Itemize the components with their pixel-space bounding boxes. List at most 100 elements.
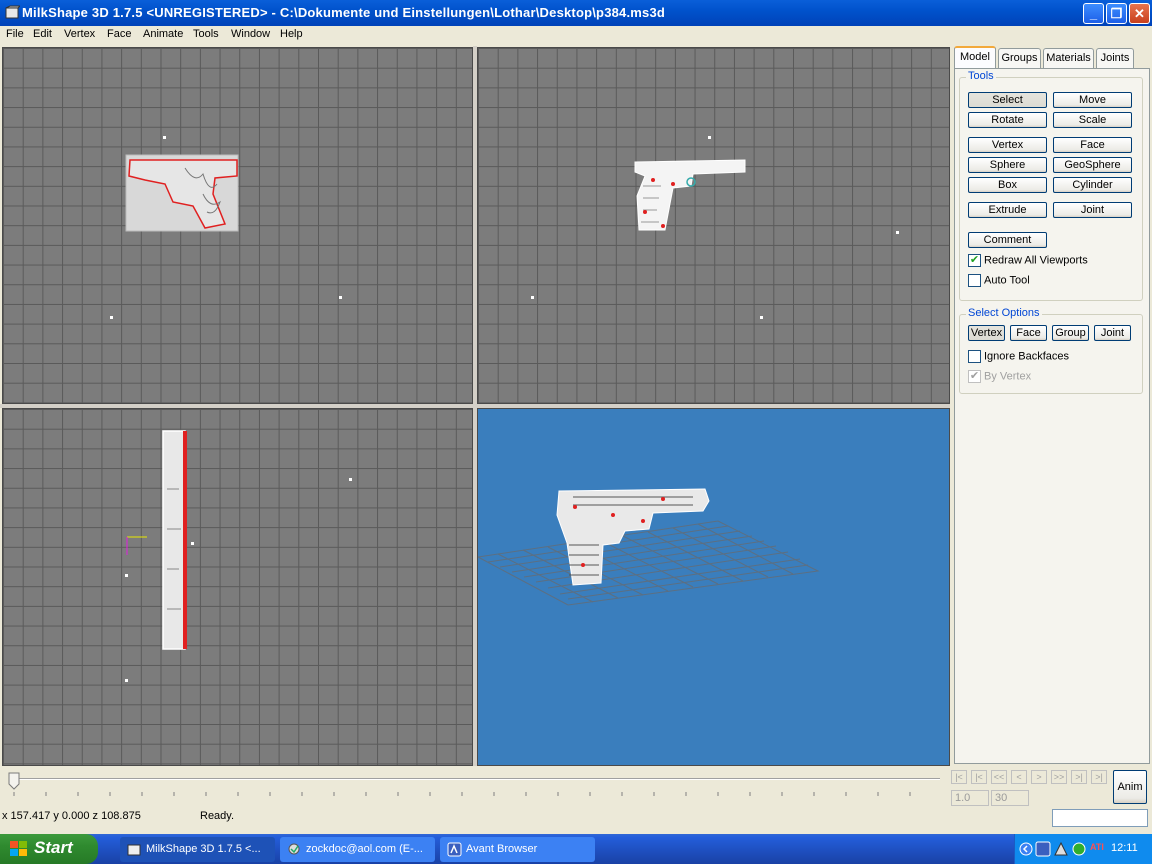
select-tool-button[interactable]: Select bbox=[968, 92, 1047, 108]
menu-tools[interactable]: Tools bbox=[193, 28, 219, 40]
scale-tool-button[interactable]: Scale bbox=[1053, 112, 1132, 128]
pistol-top-view-model bbox=[162, 430, 187, 650]
cylinder-tool-button[interactable]: Cylinder bbox=[1053, 177, 1132, 193]
auto-tool-label: Auto Tool bbox=[984, 274, 1030, 287]
by-vertex-label: By Vertex bbox=[984, 370, 1032, 383]
redraw-all-viewports-checkbox[interactable]: ✔ Redraw All Viewports bbox=[968, 254, 1088, 267]
select-vertex-button[interactable]: Vertex bbox=[968, 325, 1005, 341]
task-email[interactable]: zockdoc@aol.com (E-... bbox=[280, 837, 435, 862]
select-joint-button[interactable]: Joint bbox=[1094, 325, 1131, 341]
menu-animate[interactable]: Animate bbox=[143, 28, 183, 40]
timeline-slider-thumb[interactable] bbox=[8, 772, 20, 790]
viewport-top-right[interactable] bbox=[477, 47, 950, 404]
menu-face[interactable]: Face bbox=[107, 28, 131, 40]
prev-frame-button[interactable]: < bbox=[1011, 770, 1027, 784]
task-email-label: zockdoc@aol.com (E-... bbox=[306, 843, 423, 855]
rotate-tool-button[interactable]: Rotate bbox=[968, 112, 1047, 128]
green-gear-icon[interactable] bbox=[1071, 841, 1087, 857]
vertex-point bbox=[339, 296, 342, 299]
menu-window[interactable]: Window bbox=[231, 28, 270, 40]
face-tool-button[interactable]: Face bbox=[1053, 137, 1132, 153]
close-button[interactable]: ✕ bbox=[1129, 3, 1150, 24]
ignore-backfaces-checkbox[interactable]: Ignore Backfaces bbox=[968, 350, 1069, 363]
ati-tray-icon[interactable]: ATI bbox=[1090, 842, 1104, 852]
select-face-button[interactable]: Face bbox=[1010, 325, 1047, 341]
by-vertex-checkbox: ✔ By Vertex bbox=[968, 370, 1031, 383]
vertex-point bbox=[760, 316, 763, 319]
viewport-bottom-left[interactable] bbox=[2, 408, 473, 766]
tab-model[interactable]: Model bbox=[954, 46, 996, 69]
network-icon[interactable] bbox=[1053, 841, 1069, 857]
menu-file[interactable]: File bbox=[6, 28, 24, 40]
taskbar: Start MilkShape 3D 1.7.5 <... zockdoc@ao… bbox=[0, 834, 1152, 864]
move-tool-button[interactable]: Move bbox=[1053, 92, 1132, 108]
next-frame-button[interactable]: > bbox=[1031, 770, 1047, 784]
title-bar: MilkShape 3D 1.7.5 <UNREGISTERED> - C:\D… bbox=[0, 0, 1152, 26]
milkshape-app-icon bbox=[5, 5, 20, 19]
clock: 12:11 bbox=[1111, 842, 1138, 854]
menu-edit[interactable]: Edit bbox=[33, 28, 52, 40]
task-avant-browser[interactable]: Avant Browser bbox=[440, 837, 595, 862]
vertex-point bbox=[163, 136, 166, 139]
viewport-top-left[interactable] bbox=[2, 47, 473, 404]
chevron-left-icon[interactable] bbox=[1019, 841, 1033, 857]
tools-group: Tools Select Move Rotate Scale Vertex Fa… bbox=[959, 70, 1143, 301]
windows-logo-icon bbox=[10, 841, 27, 856]
start-button[interactable]: Start bbox=[0, 834, 98, 864]
avant-tray-icon[interactable] bbox=[1035, 841, 1051, 857]
extrude-tool-button[interactable]: Extrude bbox=[968, 202, 1047, 218]
vertex-point bbox=[125, 679, 128, 682]
start-label: Start bbox=[34, 838, 73, 857]
ignore-backfaces-label: Ignore Backfaces bbox=[984, 350, 1069, 363]
vertex-point bbox=[708, 136, 711, 139]
auto-tool-checkbox[interactable]: Auto Tool bbox=[968, 274, 1030, 287]
task-milkshape[interactable]: MilkShape 3D 1.7.5 <... bbox=[120, 837, 275, 862]
box-tool-button[interactable]: Box bbox=[968, 177, 1047, 193]
tab-joints[interactable]: Joints bbox=[1096, 48, 1134, 68]
timeline-track[interactable] bbox=[10, 778, 940, 780]
system-tray: ATI 12:11 bbox=[1014, 834, 1152, 864]
checkmark-icon: ✔ bbox=[968, 370, 981, 383]
playback-controls: |< |< << < > >> >| >| bbox=[951, 770, 1111, 786]
rewind-button[interactable]: << bbox=[991, 770, 1007, 784]
anim-mode-button[interactable]: Anim bbox=[1113, 770, 1147, 804]
avant-browser-icon bbox=[447, 842, 462, 857]
vertex-point bbox=[349, 478, 352, 481]
select-group-button[interactable]: Group bbox=[1052, 325, 1089, 341]
window-title: MilkShape 3D 1.7.5 <UNREGISTERED> - C:\D… bbox=[22, 5, 666, 20]
tab-materials[interactable]: Materials bbox=[1043, 48, 1094, 68]
total-frames-field[interactable]: 30 bbox=[991, 790, 1029, 806]
pistol-3d-model bbox=[556, 488, 710, 586]
next-key-button[interactable]: >| bbox=[1071, 770, 1087, 784]
menu-bar: File Edit Vertex Face Animate Tools Wind… bbox=[0, 26, 1152, 45]
maximize-button[interactable]: ❐ bbox=[1106, 3, 1127, 24]
last-frame-button[interactable]: >| bbox=[1091, 770, 1107, 784]
tab-groups[interactable]: Groups bbox=[998, 48, 1041, 68]
tools-group-label: Tools bbox=[966, 70, 996, 82]
vertex-point bbox=[110, 316, 113, 319]
task-avant-browser-label: Avant Browser bbox=[466, 843, 538, 855]
status-field bbox=[1052, 809, 1148, 827]
current-frame-field[interactable]: 1.0 bbox=[951, 790, 989, 806]
viewport-splitter-vertical[interactable] bbox=[473, 46, 477, 766]
sphere-tool-button[interactable]: Sphere bbox=[968, 157, 1047, 173]
comment-button[interactable]: Comment bbox=[968, 232, 1047, 248]
geosphere-tool-button[interactable]: GeoSphere bbox=[1053, 157, 1132, 173]
menu-help[interactable]: Help bbox=[280, 28, 303, 40]
pistol-front-view-model bbox=[634, 159, 746, 231]
fast-forward-button[interactable]: >> bbox=[1051, 770, 1067, 784]
vertex-tool-button[interactable]: Vertex bbox=[968, 137, 1047, 153]
timeline-ticks bbox=[13, 792, 911, 796]
menu-vertex[interactable]: Vertex bbox=[64, 28, 95, 40]
coordinates-readout: x 157.417 y 0.000 z 108.875 bbox=[2, 810, 141, 822]
checkmark-icon: ✔ bbox=[968, 254, 981, 267]
vertex-point bbox=[125, 574, 128, 577]
first-frame-button[interactable]: |< bbox=[951, 770, 967, 784]
axis-gizmo bbox=[126, 536, 147, 555]
joint-tool-button[interactable]: Joint bbox=[1053, 202, 1132, 218]
prev-key-button[interactable]: |< bbox=[971, 770, 987, 784]
model-tab-body: Tools Select Move Rotate Scale Vertex Fa… bbox=[954, 68, 1150, 764]
viewport-3d[interactable] bbox=[477, 408, 950, 766]
minimize-button[interactable]: _ bbox=[1083, 3, 1104, 24]
tool-panel: Model Groups Materials Joints Tools Sele… bbox=[952, 46, 1152, 766]
